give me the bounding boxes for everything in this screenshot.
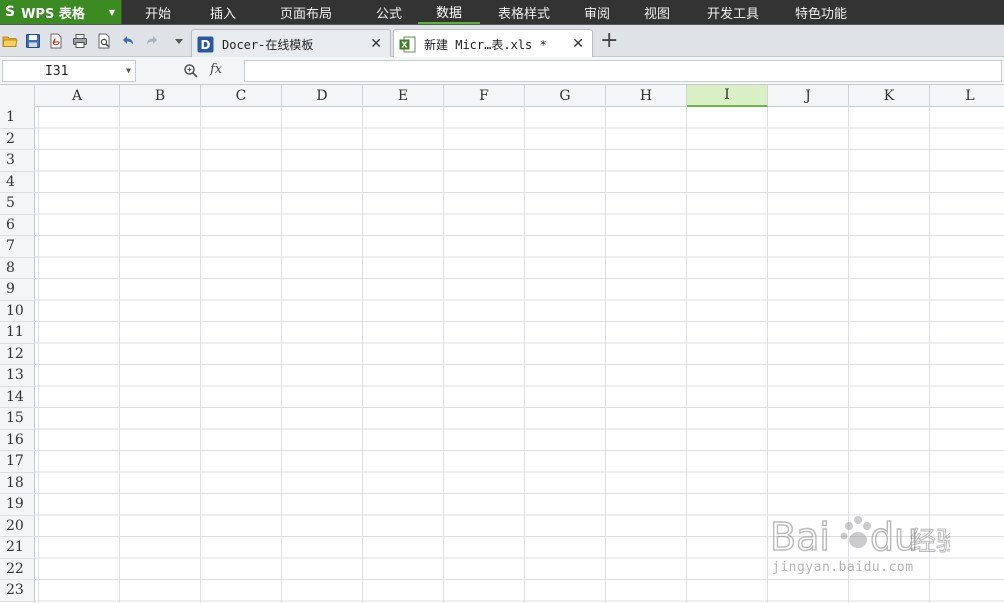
row-header-18[interactable]: 18 <box>0 472 35 494</box>
column-header-A[interactable]: A <box>35 85 120 107</box>
select-all-corner[interactable] <box>0 85 35 107</box>
column-header-C[interactable]: C <box>201 85 282 107</box>
chevron-down-icon: ▼ <box>108 7 115 17</box>
menu-item-3[interactable]: 公式 <box>360 0 418 24</box>
wps-app-menu-button[interactable]: S WPS 表格 ▼ <box>0 0 122 24</box>
row-header-15[interactable]: 15 <box>0 408 35 430</box>
svg-text:D: D <box>201 38 211 52</box>
menu-item-4[interactable]: 数据 <box>418 0 480 24</box>
row-header-9[interactable]: 9 <box>0 279 35 301</box>
row-header-21[interactable]: 21 <box>0 537 35 559</box>
row-header-4[interactable]: 4 <box>0 171 35 193</box>
new-tab-button[interactable]: + <box>600 30 618 52</box>
menu-item-7[interactable]: 视图 <box>626 0 688 24</box>
menu-item-0[interactable]: 开始 <box>122 0 194 24</box>
undo-icon[interactable] <box>120 33 136 49</box>
customize-dropdown-icon[interactable] <box>171 33 187 49</box>
excel-file-icon: X <box>399 36 416 53</box>
column-header-F[interactable]: F <box>444 85 525 107</box>
menu-item-2[interactable]: 页面布局 <box>252 0 360 24</box>
app-name: WPS 表格 <box>21 6 85 22</box>
row-header-8[interactable]: 8 <box>0 257 35 279</box>
close-icon[interactable]: ✕ <box>572 36 584 52</box>
menu-item-8[interactable]: 开发工具 <box>688 0 778 24</box>
formula-bar: I31 ▼ fx <box>0 57 1004 85</box>
row-header-20[interactable]: 20 <box>0 515 35 537</box>
column-header-B[interactable]: B <box>120 85 201 107</box>
watermark-url: jingyan.baidu.com <box>772 560 914 575</box>
column-header-row: ABCDEFGHIJKL <box>0 85 1004 107</box>
menu-item-9[interactable]: 特色功能 <box>778 0 864 24</box>
column-header-I[interactable]: I <box>687 85 768 107</box>
redo-icon[interactable] <box>144 33 160 49</box>
row-header-13[interactable]: 13 <box>0 365 35 387</box>
column-header-J[interactable]: J <box>768 85 849 107</box>
row-header-14[interactable]: 14 <box>0 386 35 408</box>
menu-item-6[interactable]: 审阅 <box>568 0 626 24</box>
row-header-6[interactable]: 6 <box>0 214 35 236</box>
close-icon[interactable]: ✕ <box>370 36 382 52</box>
column-header-H[interactable]: H <box>606 85 687 107</box>
row-header-1[interactable]: 1 <box>0 107 35 129</box>
name-box-value: I31 <box>45 63 69 79</box>
docer-icon: D <box>197 36 214 53</box>
row-header-5[interactable]: 5 <box>0 193 35 215</box>
row-header-2[interactable]: 2 <box>0 128 35 150</box>
column-header-E[interactable]: E <box>363 85 444 107</box>
row-header-22[interactable]: 22 <box>0 558 35 580</box>
formula-input[interactable] <box>244 60 1002 82</box>
menu-bar: S WPS 表格 ▼ 开始 插入 页面布局 公式 数据 表格样式 审阅 视图 开发工具 特色功能 <box>0 0 1004 24</box>
row-header-19[interactable]: 19 <box>0 494 35 516</box>
column-header-G[interactable]: G <box>525 85 606 107</box>
row-header-16[interactable]: 16 <box>0 429 35 451</box>
menu-item-5[interactable]: 表格样式 <box>480 0 568 24</box>
zoom-search-icon[interactable] <box>183 63 199 79</box>
row-header-12[interactable]: 12 <box>0 343 35 365</box>
row-header-3[interactable]: 3 <box>0 150 35 172</box>
name-box[interactable]: I31 ▼ <box>2 60 136 82</box>
chevron-down-icon[interactable]: ▼ <box>126 66 131 75</box>
row-header-11[interactable]: 11 <box>0 322 35 344</box>
svg-text:X: X <box>401 40 408 49</box>
baidu-logo-icon: Bai du 经验 <box>770 514 950 559</box>
wps-logo-icon: S <box>5 4 16 20</box>
svg-text:Bai: Bai <box>770 515 830 559</box>
row-header-10[interactable]: 10 <box>0 300 35 322</box>
column-header-K[interactable]: K <box>849 85 930 107</box>
tab-label: Docer-在线模板 <box>222 37 314 52</box>
svg-text:经验: 经验 <box>910 527 950 557</box>
menu-items: 开始 插入 页面布局 公式 数据 表格样式 审阅 视图 开发工具 特色功能 <box>122 0 864 24</box>
column-header-D[interactable]: D <box>282 85 363 107</box>
print-icon[interactable] <box>72 33 88 49</box>
insert-function-button[interactable]: fx <box>210 62 222 77</box>
menu-item-1[interactable]: 插入 <box>194 0 252 24</box>
open-folder-icon[interactable] <box>2 33 18 49</box>
row-header-17[interactable]: 17 <box>0 451 35 473</box>
row-header-23[interactable]: 23 <box>0 580 35 602</box>
tab-label: 新建 Micr…表.xls * <box>424 37 547 52</box>
tab-strip: D Docer-在线模板 ✕ X 新建 Micr…表.xls * ✕ + <box>0 24 1004 58</box>
tab-docer[interactable]: D Docer-在线模板 ✕ <box>191 29 391 58</box>
row-header-7[interactable]: 7 <box>0 236 35 258</box>
baidu-watermark: Bai du 经验 jingyan.baidu.com <box>770 500 970 580</box>
tab-workbook[interactable]: X 新建 Micr…表.xls * ✕ <box>393 29 593 58</box>
export-pdf-icon[interactable] <box>48 33 64 49</box>
print-preview-icon[interactable] <box>96 33 112 49</box>
column-header-L[interactable]: L <box>930 85 1004 107</box>
save-icon[interactable] <box>25 33 41 49</box>
